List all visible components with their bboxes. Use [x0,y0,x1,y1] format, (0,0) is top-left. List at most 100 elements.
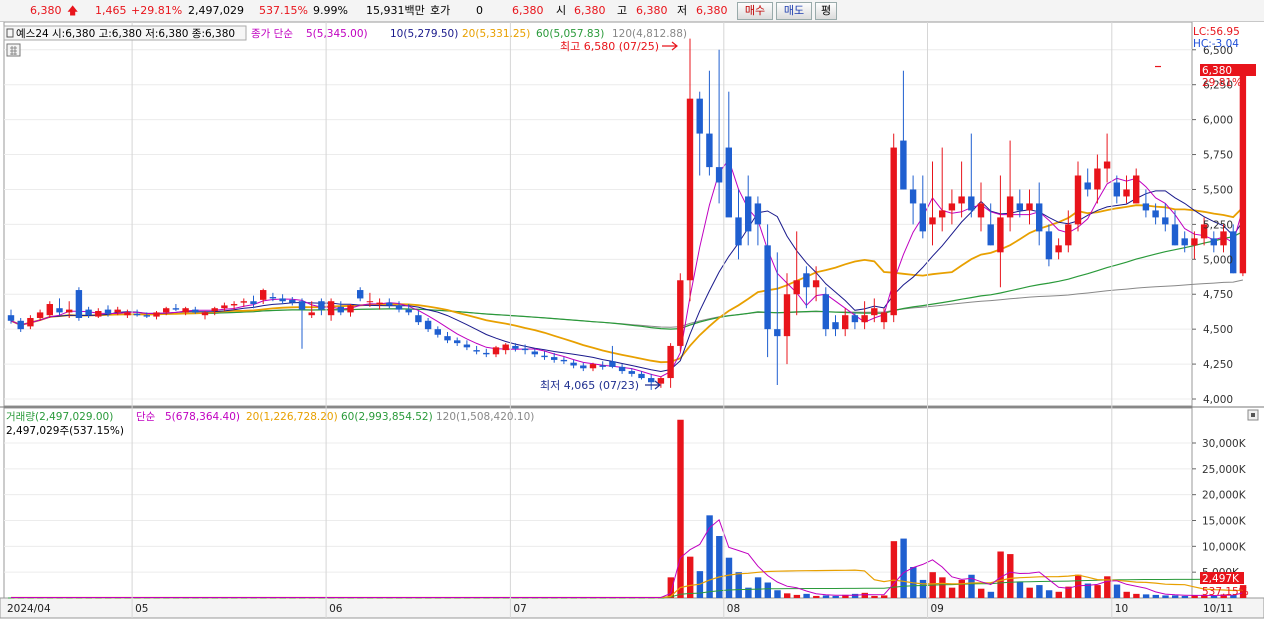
price-tick-label: 4,750 [1203,289,1233,301]
date-tick-label[interactable]: 07 [513,603,526,615]
volume-bar [774,590,781,598]
volume-bar [987,591,995,598]
candle-body [521,348,529,351]
ma60-legend[interactable]: 60(5,057.83) [536,28,604,40]
candle-body [512,345,519,349]
candle-body [618,366,626,372]
candle-body [1036,203,1043,232]
volume-bar [716,536,723,598]
average-button[interactable]: 평 [815,2,837,20]
candle-body [415,315,422,323]
candle-body [715,167,723,183]
date-tick-label[interactable]: 2024/04 [7,603,51,615]
candle-body [1162,217,1169,225]
candle-body [483,352,490,355]
candle-body [502,344,509,351]
candle-body [900,140,907,190]
volume-bar [958,579,965,598]
volume-bar [919,579,927,598]
chart-background [0,22,1264,622]
volume-bar [1142,594,1150,598]
candle-body [570,362,577,366]
ma5-legend[interactable]: 5(5,345.00) [306,28,368,40]
high-label: 고 [617,4,628,17]
stock-title: 예스24 시:6,380 고:6,380 저:6,380 종:6,380 [16,27,235,40]
candle-body [1113,182,1120,197]
candle-body [609,361,616,367]
current-price-tag-text: 6,380 [1202,65,1232,77]
candle-body [725,147,732,218]
candle-body [318,301,325,310]
volume-tick-label: 25,000K [1202,464,1247,476]
candle-body [541,355,548,358]
candle-body [153,312,160,317]
date-tick-label[interactable]: 08 [727,603,740,615]
candle-body [861,315,868,323]
candle-body [230,304,238,306]
volume-bar [754,577,762,598]
volume-ma60-legend[interactable]: 60(2,993,854.52) [341,411,433,423]
candle-body [793,280,800,295]
candle-body [677,280,684,346]
candle-body [492,347,500,355]
stock-chart[interactable]: 4,000 4,250 4,500 4,750 5,000 5,250 5,500 5,750… [0,22,1264,622]
candle-body [250,301,257,305]
sell-button[interactable]: 매도 [776,2,812,20]
volume-bar [1113,584,1121,598]
candle-body [66,309,73,313]
date-tick-label[interactable]: 10/11 [1203,603,1233,615]
candle-body [1026,203,1033,211]
candle-body [27,317,34,327]
candle-body [929,217,936,225]
date-tick-label[interactable]: 09 [931,603,944,615]
low-label: 저 [677,4,688,17]
candle-body [580,365,587,369]
price-change-percent: +29.81% [131,4,183,17]
candle-body [997,217,1004,253]
ma120-legend[interactable]: 120(4,812.88) [612,28,687,40]
low-value: 6,380 [696,4,728,17]
volume-tick-label: 20,000K [1202,490,1247,502]
volume-ma-label: 단순 [136,411,156,423]
volume-bar [851,593,859,598]
date-tick-label[interactable]: 05 [135,603,148,615]
volume-legend[interactable]: 거래량(2,497,029.00) [6,411,113,423]
candle-body [357,290,364,299]
date-tick-label[interactable]: 06 [329,603,343,615]
last-price: 6,380 [512,4,544,17]
volume-pct-tag: 537.15% [1202,586,1249,598]
candle-body [1074,175,1082,225]
candle-body [1094,168,1101,190]
volume-bar [1055,591,1062,598]
lc-value: LC:56.95 [1193,26,1240,38]
candle-body [1239,66,1247,274]
trade-amount: 15,931백만 [366,4,425,17]
candle-body [1181,238,1188,246]
candle-body [1006,196,1014,218]
price-tick-label: 5,750 [1203,150,1233,162]
ma20-legend[interactable]: 20(5,331.25) [462,28,530,40]
date-tick-label[interactable]: 10 [1115,603,1128,615]
buy-button[interactable]: 매수 [737,2,773,20]
volume-bar [900,538,907,598]
candle-body [871,308,878,316]
price-tick-label: 4,500 [1203,324,1233,336]
candle-body [463,344,471,348]
current-volume: 2,497,029주(537.15%) [6,425,124,437]
volume-ma120-legend[interactable]: 120(1,508,420.10) [436,411,534,423]
candle-body [308,312,315,316]
turnover-rate: 9.99% [313,4,348,17]
ma10-legend[interactable]: 10(5,279.50) [390,28,458,40]
volume-ma20-legend[interactable]: 20(1,226,728.20) [246,411,338,423]
candle-body [1103,161,1111,169]
volume-bar [735,572,742,598]
volume-bar [822,595,830,598]
candle-body [968,196,975,211]
candle-body [1210,238,1217,246]
trade-volume: 2,497,029 [188,4,244,17]
candle-body [444,336,451,341]
hc-value: HC:-3.04 [1193,38,1239,50]
volume-ma5-legend[interactable]: 5(678,364.40) [165,411,240,423]
candle-body [783,294,791,337]
candle-body [958,196,965,204]
